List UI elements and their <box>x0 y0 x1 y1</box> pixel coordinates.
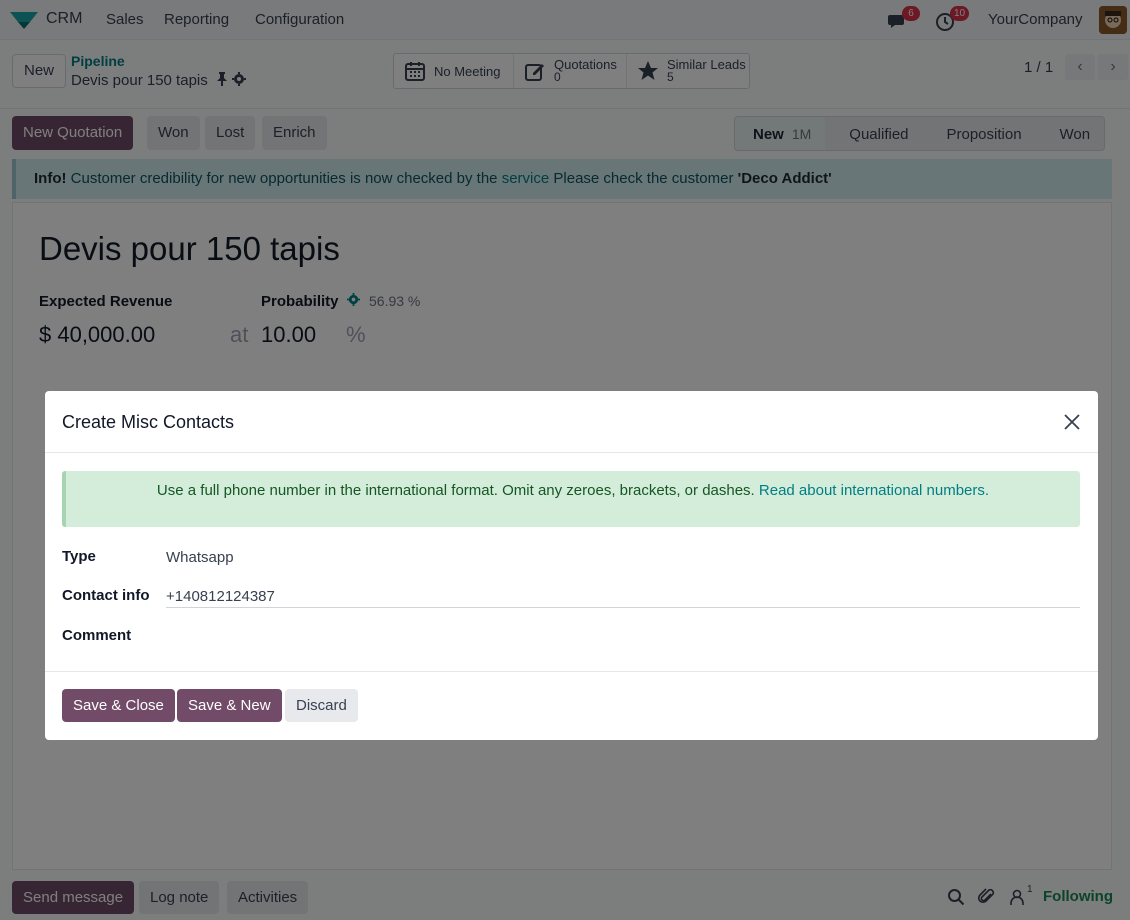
comment-label: Comment <box>62 627 132 644</box>
contact-info-input[interactable]: +140812124387 <box>166 588 275 605</box>
type-label: Type <box>62 548 96 565</box>
dialog-title: Create Misc Contacts <box>62 412 235 432</box>
contact-info-underline <box>166 607 1080 608</box>
phone-format-hint: Use a full phone number in the internati… <box>62 471 1080 527</box>
hint-text: Use a full phone number in the internati… <box>156 482 759 499</box>
contact-info-label: Contact info <box>62 587 150 604</box>
discard-button[interactable]: Discard <box>285 689 358 722</box>
international-numbers-link[interactable]: Read about international numbers. <box>759 482 989 499</box>
type-field[interactable]: Whatsapp <box>166 549 234 566</box>
dialog-header: Create Misc Contacts <box>45 391 1098 453</box>
comment-input[interactable] <box>166 623 1080 649</box>
save-new-button[interactable]: Save & New <box>177 689 282 722</box>
dialog-footer-divider <box>45 671 1098 672</box>
save-close-button[interactable]: Save & Close <box>62 689 175 722</box>
close-icon[interactable] <box>1062 412 1082 432</box>
create-misc-contacts-dialog: Create Misc Contacts Use a full phone nu… <box>45 391 1098 740</box>
